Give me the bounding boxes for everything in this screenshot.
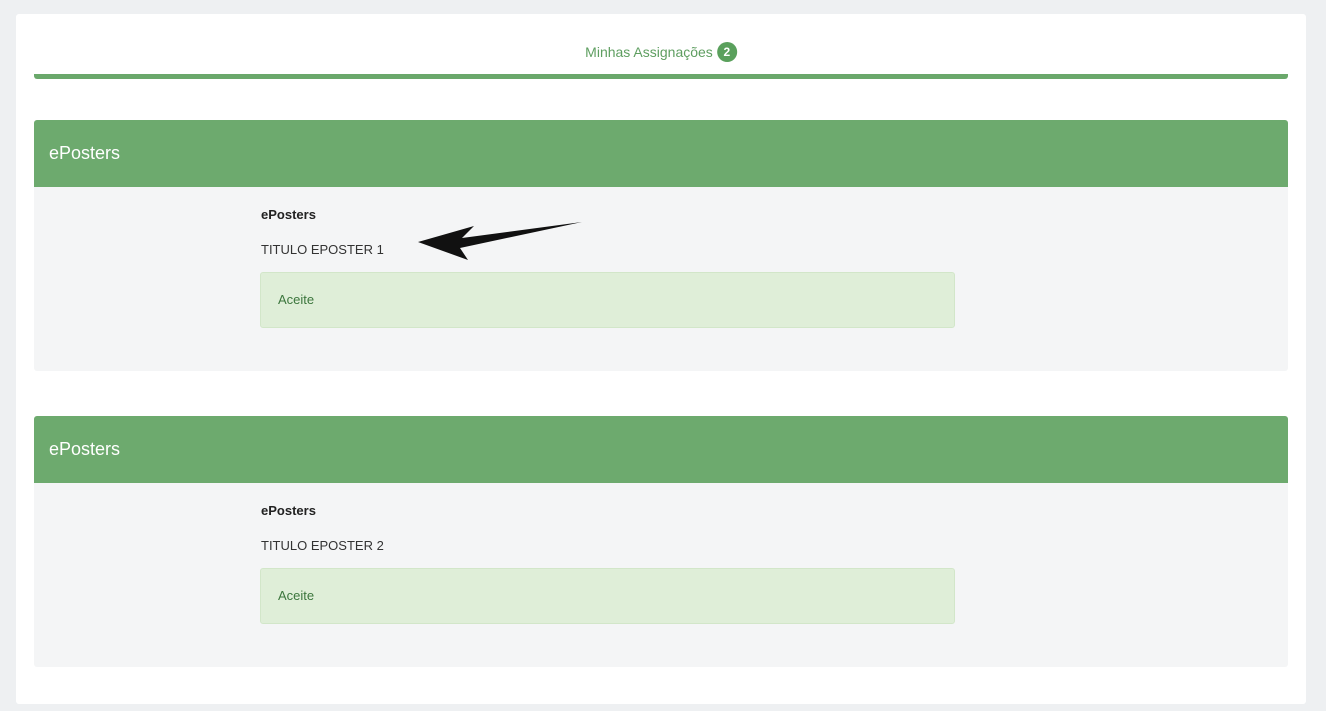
eposter-panel: ePosters ePosters TITULO EPOSTER 2 Aceit…	[34, 416, 1288, 667]
tab-label: Minhas Assignações	[585, 44, 713, 60]
item-category: ePosters	[261, 207, 316, 222]
tab-bar: Minhas Assignações 2	[34, 14, 1288, 79]
panel-heading: ePosters	[34, 416, 1288, 483]
tab-my-assignments[interactable]: Minhas Assignações 2	[585, 42, 737, 62]
item-category: ePosters	[261, 503, 316, 518]
panel-heading: ePosters	[34, 120, 1288, 187]
assignments-card: Minhas Assignações 2 ePosters ePosters T…	[16, 14, 1306, 704]
panel-body: ePosters TITULO EPOSTER 1 Aceite	[34, 187, 1288, 371]
item-title: TITULO EPOSTER 2	[261, 538, 384, 553]
panel-body: ePosters TITULO EPOSTER 2 Aceite	[34, 483, 1288, 667]
assignment-count-badge: 2	[716, 42, 737, 62]
status-badge: Aceite	[260, 272, 955, 328]
eposter-panel: ePosters ePosters TITULO EPOSTER 1 Aceit…	[34, 120, 1288, 371]
item-title: TITULO EPOSTER 1	[261, 242, 384, 257]
status-badge: Aceite	[260, 568, 955, 624]
arrow-pointer-icon	[418, 222, 582, 260]
